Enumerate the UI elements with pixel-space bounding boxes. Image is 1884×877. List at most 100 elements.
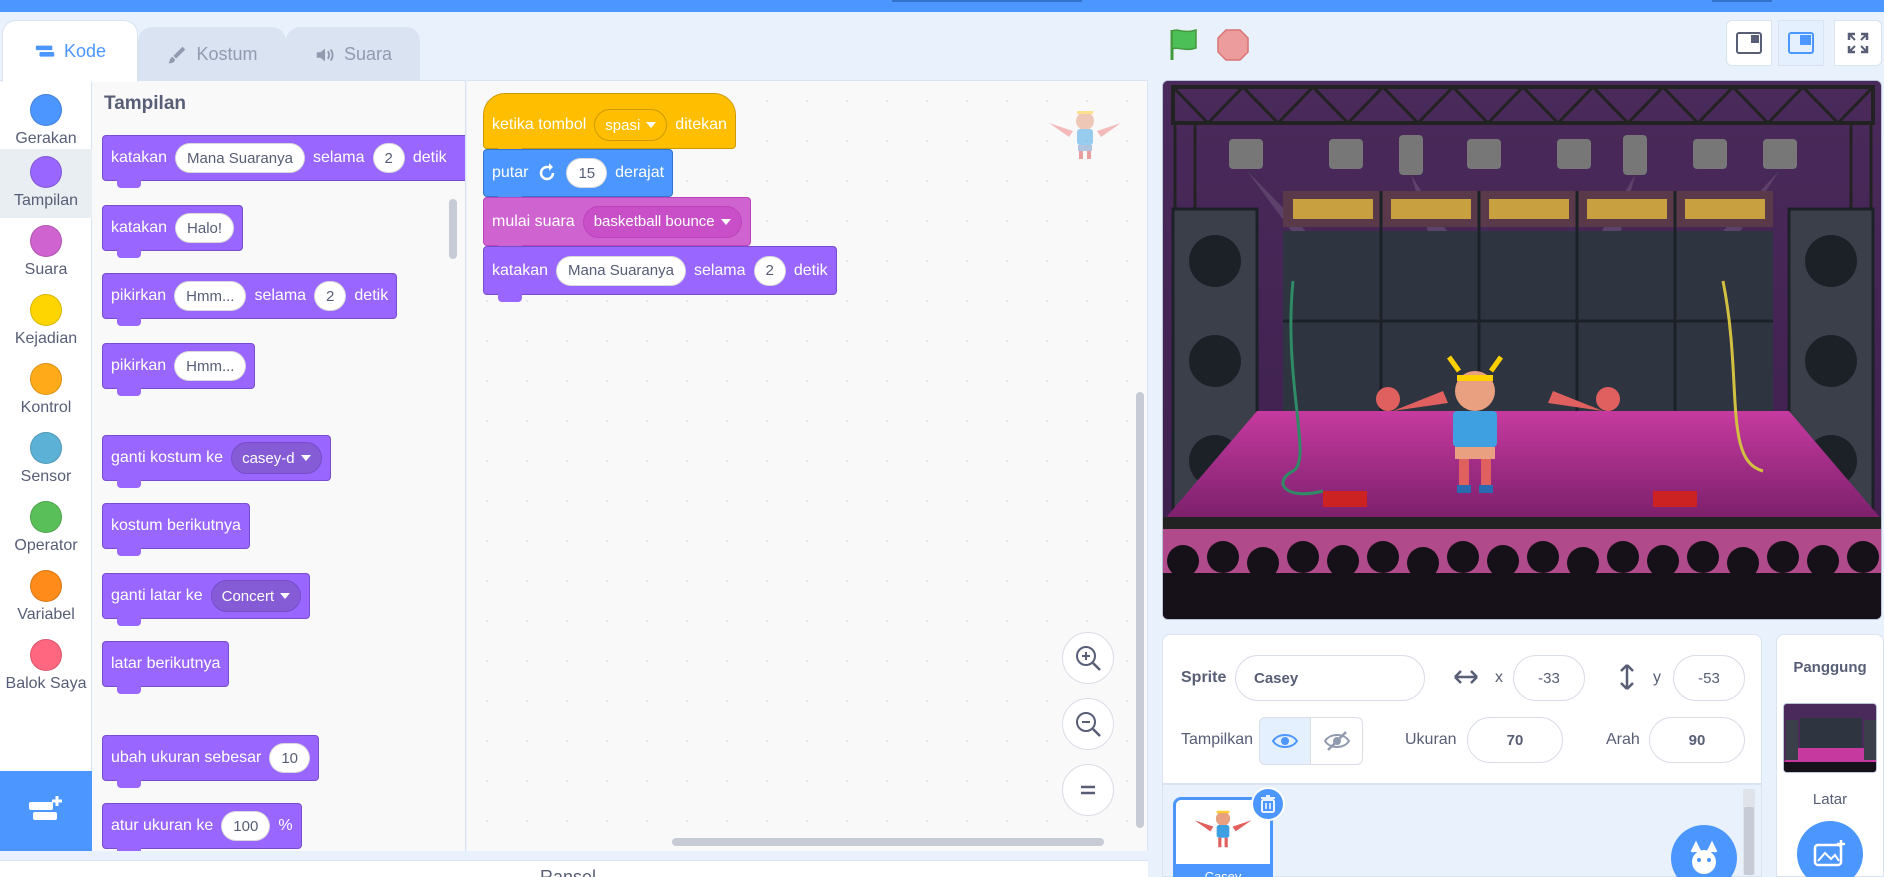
small-stage-button[interactable] [1726,20,1772,66]
script-area[interactable]: ketika tombol spasi ditekan putar 15 der… [467,80,1148,851]
category-variables[interactable]: Variabel [0,563,92,632]
category-label: Tampilan [13,192,79,209]
choose-sprite-button[interactable] [1671,825,1737,877]
vertical-arrows-icon [1620,664,1634,690]
dropdown-value: spasi [605,116,641,134]
y-position-input[interactable]: -53 [1673,655,1745,701]
block-when-key-pressed[interactable]: ketika tombol spasi ditekan [483,93,736,156]
script-horizontal-scrollbar[interactable] [672,838,1104,846]
speaker-icon [316,48,334,61]
zoom-reset-button[interactable] [1062,764,1114,816]
category-operators[interactable]: Operator [0,494,92,563]
add-extension-icon [29,796,62,820]
block-input[interactable]: 2 [753,255,786,286]
normal-stage-button[interactable] [1778,20,1824,66]
dropdown-caret-icon [646,122,657,128]
size-input[interactable]: 70 [1467,717,1563,763]
sound-dropdown[interactable]: basketball bounce [582,205,742,238]
zoom-in-icon [1076,646,1101,671]
block-text: selama [693,261,746,279]
block-input[interactable]: Halo! [175,213,235,243]
category-dot [30,363,62,395]
tab-code[interactable]: Kode [2,20,138,82]
category-label: Suara [24,261,68,278]
block-next-costume[interactable]: kostum berikutnya [102,503,250,556]
tab-sounds[interactable]: Suara [286,27,420,81]
hide-sprite-button[interactable] [1311,717,1363,765]
block-text: atur ukuran ke [111,817,214,834]
stop-icon[interactable] [1216,28,1250,62]
block-text: detik [793,261,828,279]
costume-dropdown[interactable]: casey-d [231,442,322,474]
block-say[interactable]: katakan Halo! [102,205,244,258]
rotate-right-icon [540,163,555,181]
category-sensing[interactable]: Sensor [0,425,92,494]
menu-bar [0,0,1884,12]
green-flag-icon[interactable] [1166,26,1202,62]
category-looks[interactable]: Tampilan [0,149,92,218]
block-input[interactable]: 10 [269,743,311,773]
block-text: ketika tombol [492,116,587,133]
block-input[interactable]: 2 [314,281,347,311]
zoom-in-button[interactable] [1062,632,1114,684]
backpack-bar[interactable]: Ransel [0,860,1148,877]
category-sound[interactable]: Suara [0,218,92,287]
eye-hidden-icon [1323,731,1350,751]
block-input[interactable]: 100 [221,811,271,841]
sprite-info-panel: Sprite Casey x -33 y -53 Tampilkan Ukura… [1162,634,1762,784]
category-dot [30,432,62,464]
script-vertical-scrollbar[interactable] [1136,392,1144,828]
category-control[interactable]: Kontrol [0,356,92,425]
block-turn-right[interactable]: putar 15 derajat [483,149,674,204]
block-text: pikirkan [111,357,167,374]
choose-backdrop-button[interactable] [1797,821,1863,877]
block-input[interactable]: Mana Suaranya [175,143,305,173]
show-sprite-button[interactable] [1259,717,1311,765]
category-my-blocks[interactable]: Balok Saya [0,632,92,701]
backdrop-dropdown[interactable]: Concert [210,580,302,612]
sprite-label: Sprite [1181,669,1227,686]
key-dropdown[interactable]: spasi [594,109,668,141]
backdrop-thumbnail[interactable] [1783,703,1877,773]
block-input[interactable]: 15 [566,158,608,188]
block-next-backdrop[interactable]: latar berikutnya [102,641,230,694]
block-switch-backdrop[interactable]: ganti latar ke Concert [102,573,311,626]
trash-icon [1261,795,1275,813]
category-dot [30,501,62,533]
sprite-list-scrollbar[interactable] [1743,789,1755,875]
block-think[interactable]: pikirkan Hmm... [102,343,256,396]
backpack-label: Ransel [540,867,597,877]
palette-title: Tampilan [104,93,186,114]
sprite-name-input[interactable]: Casey [1235,655,1425,701]
palette-scrollbar[interactable] [449,199,457,259]
block-say-for-secs[interactable]: katakan Mana Suaranya selama 2 detik [102,135,465,188]
direction-input[interactable]: 90 [1649,717,1745,763]
zoom-out-button[interactable] [1062,698,1114,750]
stage[interactable] [1162,80,1882,620]
block-start-sound[interactable]: mulai suara basketball bounce [483,197,751,253]
block-think-for-secs[interactable]: pikirkan Hmm... selama 2 detik [102,273,398,326]
block-text: katakan [492,261,549,279]
concert-stage-backdrop [1163,81,1881,619]
tab-costumes[interactable]: Kostum [138,27,286,81]
add-extension-button[interactable] [0,771,92,851]
block-input[interactable]: 2 [372,143,405,173]
stage-panel[interactable]: Panggung Latar [1776,634,1884,877]
delete-sprite-button[interactable] [1251,787,1285,821]
category-events[interactable]: Kejadian [0,287,92,356]
category-dot [30,294,62,326]
block-change-size[interactable]: ubah ukuran sebesar 10 [102,735,320,788]
block-set-size[interactable]: atur ukuran ke 100 % [102,803,302,851]
block-switch-costume[interactable]: ganti kostum ke casey-d [102,435,331,488]
category-label: Variabel [17,606,75,623]
fullscreen-button[interactable] [1834,20,1882,66]
y-label: y [1653,669,1661,686]
block-input[interactable]: Hmm... [174,281,247,311]
category-motion[interactable]: Gerakan [0,87,92,156]
x-position-input[interactable]: -33 [1513,655,1585,701]
block-input[interactable]: Mana Suaranya [556,255,686,286]
block-text: detik [412,149,447,166]
block-input[interactable]: Hmm... [174,351,247,381]
code-icon [35,45,55,57]
block-say-for-secs[interactable]: katakan Mana Suaranya selama 2 detik [483,246,837,302]
